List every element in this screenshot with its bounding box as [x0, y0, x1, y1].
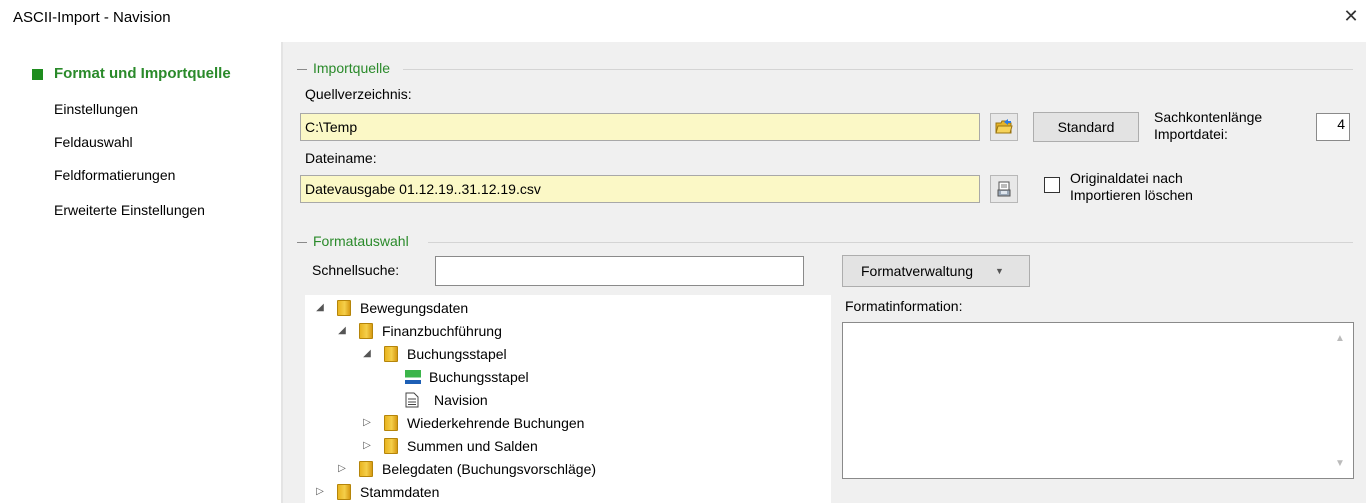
group-line-start-2	[297, 242, 307, 243]
tree-item[interactable]: ▷ Wiederkehrende Buchungen	[360, 412, 584, 434]
account-length-label-line2: Importdatei:	[1154, 126, 1228, 142]
group-line-importquelle	[403, 69, 1353, 70]
format-management-button[interactable]: Formatverwaltung ▼	[842, 255, 1030, 287]
tree-item-label: Finanzbuchführung	[382, 323, 502, 339]
group-line-formatauswahl	[428, 242, 1353, 243]
folder-icon	[337, 300, 351, 316]
tree-item-label: Stammdaten	[360, 484, 440, 500]
tree-item-label: Navision	[434, 392, 488, 408]
close-icon[interactable]: ✕	[1340, 4, 1362, 28]
format-info-textarea[interactable]	[842, 322, 1354, 479]
folder-icon	[359, 461, 373, 477]
folder-icon	[384, 438, 398, 454]
document-icon	[405, 392, 419, 408]
expanded-icon[interactable]: ◢	[313, 297, 327, 319]
browse-file-button[interactable]	[990, 175, 1018, 203]
tree-item[interactable]: ▷ Stammdaten	[313, 481, 439, 503]
quicksearch-label: Schnellsuche:	[312, 262, 400, 278]
account-length-label-line1: Sachkontenlänge	[1154, 109, 1263, 125]
delete-original-label: Originaldatei nach Importieren löschen	[1070, 170, 1193, 204]
folder-icon	[359, 323, 373, 339]
tree-item-label: Belegdaten (Buchungsvorschläge)	[382, 461, 597, 477]
format-green-icon	[405, 370, 421, 384]
delete-original-label-line2: Importieren löschen	[1070, 187, 1193, 203]
expanded-icon[interactable]: ◢	[335, 320, 349, 342]
tree-item[interactable]: ◢ Buchungsstapel	[360, 343, 507, 365]
account-length-input[interactable]: 4	[1316, 113, 1350, 141]
tree-item-label: Bewegungsdaten	[360, 300, 469, 316]
tree-item[interactable]: Navision	[405, 389, 488, 411]
tree-item-label: Buchungsstapel	[407, 346, 507, 362]
group-line-start	[297, 69, 307, 70]
delete-original-checkbox[interactable]	[1044, 177, 1060, 193]
filename-input[interactable]: Datevausgabe 01.12.19..31.12.19.csv	[300, 175, 980, 203]
active-indicator-icon	[32, 69, 43, 80]
tree-item-label: Buchungsstapel	[429, 369, 529, 385]
scroll-up-icon[interactable]: ▲	[1335, 333, 1345, 344]
format-tree[interactable]: ◢ Bewegungsdaten ◢ Finanzbuchführung ◢ B…	[305, 295, 831, 503]
folder-icon	[384, 346, 398, 362]
expanded-icon[interactable]: ◢	[360, 343, 374, 365]
folder-icon	[384, 415, 398, 431]
sidebar-item-erweiterte-einstellungen[interactable]: Erweiterte Einstellungen	[54, 202, 205, 218]
collapsed-icon[interactable]: ▷	[335, 458, 349, 480]
sidebar-item-einstellungen[interactable]: Einstellungen	[54, 101, 138, 117]
source-dir-label: Quellverzeichnis:	[305, 86, 412, 102]
sidebar-item-format-importquelle[interactable]: Format und Importquelle	[54, 65, 231, 82]
tree-item[interactable]: ▷ Summen und Salden	[360, 435, 538, 457]
collapsed-icon[interactable]: ▷	[313, 481, 327, 503]
browse-folder-button[interactable]	[990, 113, 1018, 141]
group-title-importquelle: Importquelle	[310, 60, 394, 76]
open-folder-icon	[995, 119, 1013, 134]
folder-icon	[337, 484, 351, 500]
quicksearch-input[interactable]	[435, 256, 804, 286]
tree-item[interactable]: ▷ Belegdaten (Buchungsvorschläge)	[335, 458, 596, 480]
source-dir-input[interactable]: C:\Temp	[300, 113, 980, 141]
account-length-label: Sachkontenlänge Importdatei:	[1154, 109, 1262, 143]
collapsed-icon[interactable]: ▷	[360, 412, 374, 434]
sidebar-item-feldformatierungen[interactable]: Feldformatierungen	[54, 167, 175, 183]
sidebar	[0, 42, 281, 503]
filename-label: Dateiname:	[305, 150, 377, 166]
format-info-label: Formatinformation:	[845, 298, 963, 314]
tree-item[interactable]: ◢ Bewegungsdaten	[313, 297, 468, 319]
chevron-down-icon: ▼	[995, 266, 1004, 276]
scroll-down-icon[interactable]: ▼	[1335, 458, 1345, 469]
tree-item-label: Summen und Salden	[407, 438, 538, 454]
format-management-label: Formatverwaltung	[861, 263, 974, 279]
delete-original-label-line1: Originaldatei nach	[1070, 170, 1183, 186]
save-file-icon	[997, 181, 1011, 197]
standard-button[interactable]: Standard	[1033, 112, 1139, 142]
sidebar-item-feldauswahl[interactable]: Feldauswahl	[54, 134, 133, 150]
collapsed-icon[interactable]: ▷	[360, 435, 374, 457]
window-title: ASCII-Import - Navision	[13, 9, 171, 26]
tree-item[interactable]: Buchungsstapel	[405, 366, 529, 388]
tree-item[interactable]: ◢ Finanzbuchführung	[335, 320, 502, 342]
group-title-formatauswahl: Formatauswahl	[310, 233, 412, 249]
tree-item-label: Wiederkehrende Buchungen	[407, 415, 585, 431]
